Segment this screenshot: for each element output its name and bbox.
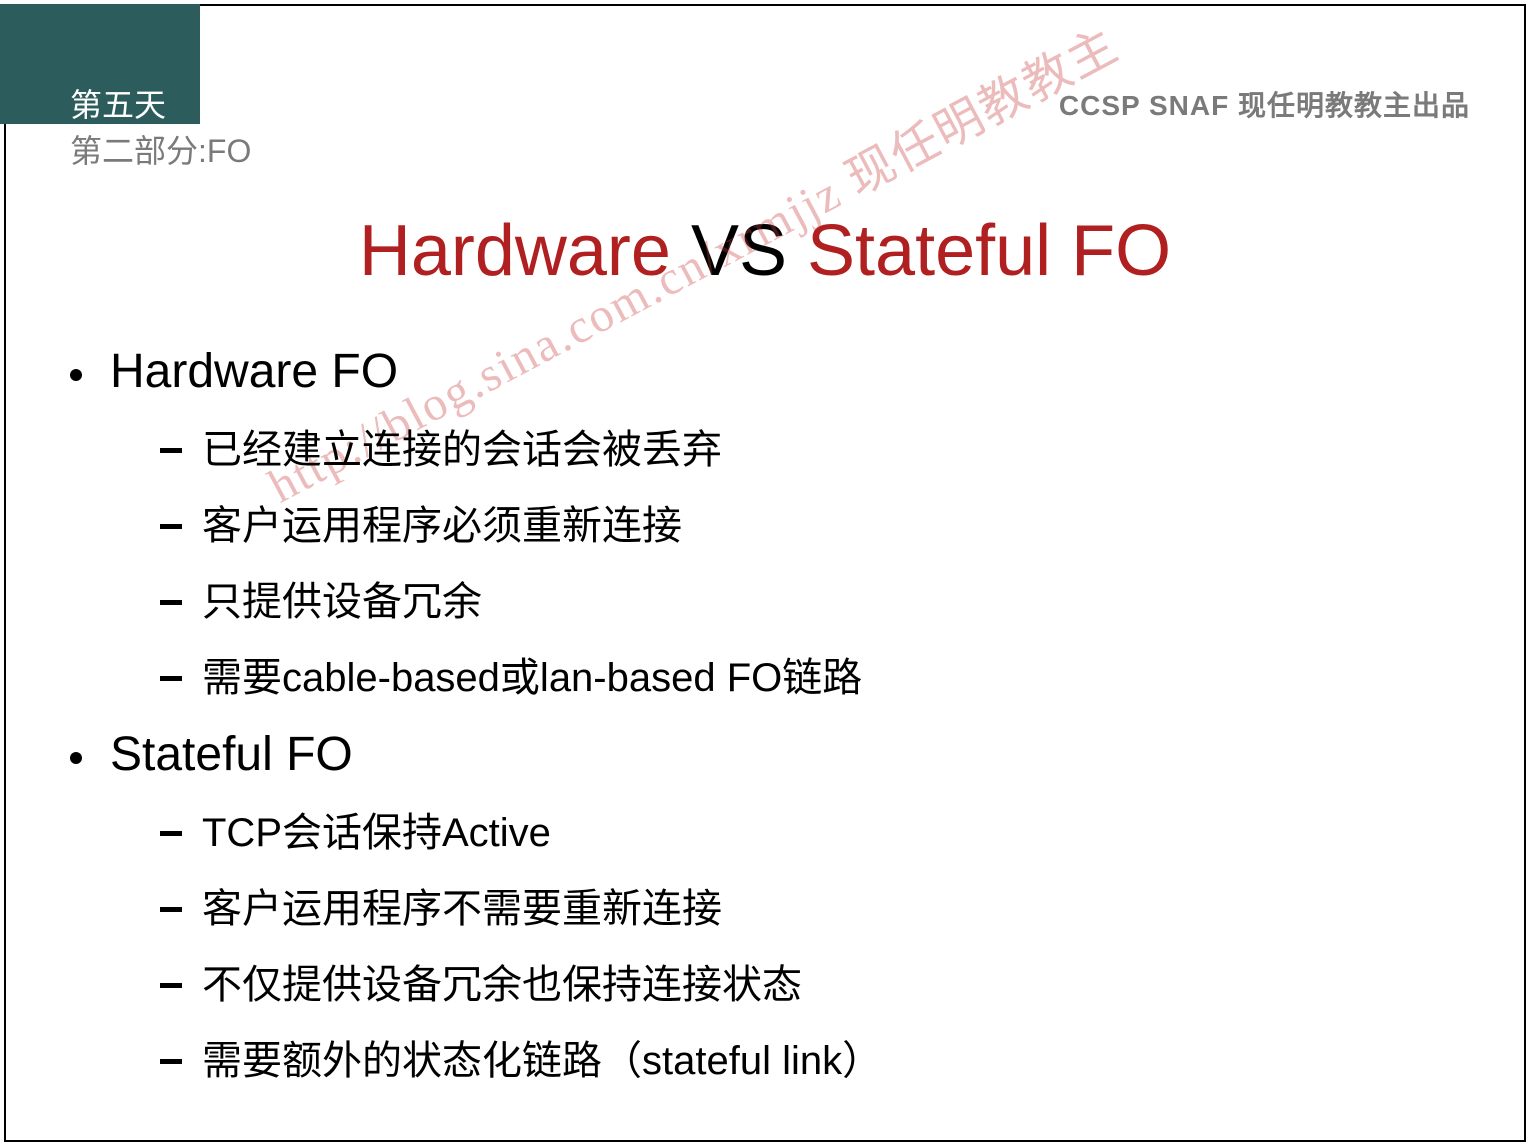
bullet-dash-icon	[160, 907, 182, 912]
bullet-dash-icon	[160, 524, 182, 529]
content-area: Hardware FO 已经建立连接的会话会被丢弃 客户运用程序必须重新连接 只…	[70, 320, 1460, 1086]
bullet-l1-label: Hardware FO	[110, 344, 398, 399]
bullet-l1-label: Stateful FO	[110, 727, 353, 782]
bullet-stateful-fo: Stateful FO	[70, 727, 1460, 782]
bullet-l2-text: 需要cable-based或lan-based FO链路	[202, 645, 862, 703]
bullet-l2-text: TCP会话保持Active	[202, 800, 551, 858]
bullet-l2-text: 客户运用程序不需要重新连接	[202, 876, 722, 934]
bullet-dash-icon	[160, 831, 182, 836]
bullet-l2-item: TCP会话保持Active	[160, 800, 1460, 858]
bullet-l2-item: 客户运用程序不需要重新连接	[160, 876, 1460, 934]
title-part2: VS	[671, 211, 807, 291]
bullet-l2-text: 不仅提供设备冗余也保持连接状态	[202, 952, 802, 1010]
bullet-l2-item: 需要cable-based或lan-based FO链路	[160, 645, 1460, 703]
title-part1: Hardware	[359, 211, 671, 291]
bullet-dash-icon	[160, 676, 182, 681]
bullet-l2-item: 已经建立连接的会话会被丢弃	[160, 417, 1460, 475]
bullet-l2-item: 需要额外的状态化链路（stateful link）	[160, 1028, 1460, 1086]
bullet-dash-icon	[160, 448, 182, 453]
bullet-dot-icon	[70, 369, 82, 381]
title-part3: Stateful FO	[807, 211, 1171, 291]
source-label: CCSP SNAF 现任明教教主出品	[1059, 84, 1470, 124]
bullet-l2-text: 需要额外的状态化链路（stateful link）	[202, 1028, 882, 1086]
bullet-l2-item: 客户运用程序必须重新连接	[160, 493, 1460, 551]
slide-title: Hardware VS Stateful FO	[0, 210, 1530, 292]
bullet-l2-item: 只提供设备冗余	[160, 569, 1460, 627]
bullet-dash-icon	[160, 983, 182, 988]
section-label: 第二部分:FO	[70, 126, 251, 172]
bullet-dash-icon	[160, 600, 182, 605]
bullet-l2-item: 不仅提供设备冗余也保持连接状态	[160, 952, 1460, 1010]
bullet-l2-text: 只提供设备冗余	[202, 569, 482, 627]
bullet-hardware-fo: Hardware FO	[70, 344, 1460, 399]
bullet-dot-icon	[70, 752, 82, 764]
bullet-l2-text: 客户运用程序必须重新连接	[202, 493, 682, 551]
day-label: 第五天	[70, 80, 166, 126]
bullet-l2-text: 已经建立连接的会话会被丢弃	[202, 417, 722, 475]
bullet-dash-icon	[160, 1059, 182, 1064]
